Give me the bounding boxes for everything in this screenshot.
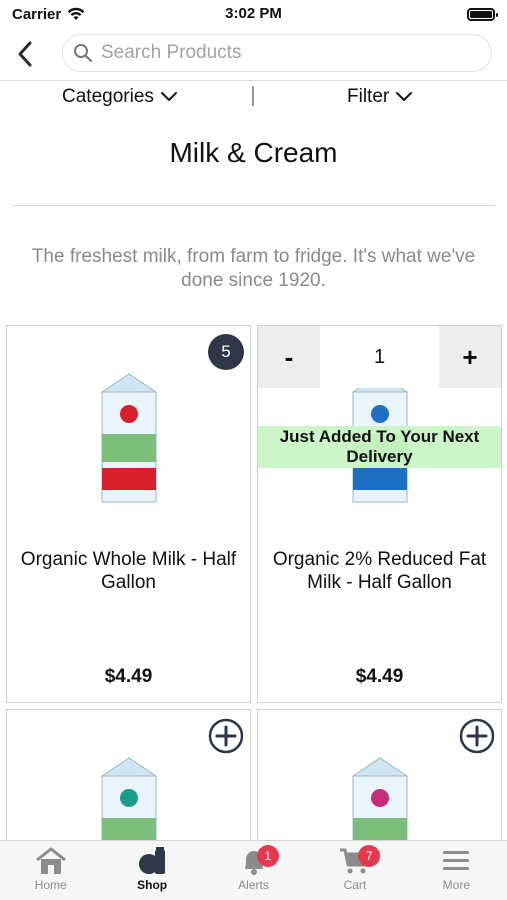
quantity-stepper[interactable]: - 1 + [258,326,501,388]
product-name: Organic 2% Reduced Fat Milk - Half Gallo… [272,549,487,593]
tab-label: Cart [343,878,367,892]
category-tagline: The freshest milk, from farm to fridge. … [31,246,476,291]
alerts-badge: 1 [256,845,279,867]
product-card[interactable]: - 1 + Just Added To Your Next Delivery O… [257,325,502,703]
tab-shop[interactable]: Shop [101,841,202,900]
filter-row: Categories Filter [0,82,507,116]
home-icon [35,847,66,874]
chevron-left-icon [18,41,32,67]
page-title: Milk & Cream [169,137,338,168]
product-name: Organic Whole Milk - Half Gallon [20,549,237,593]
product-price: $4.49 [104,666,153,687]
chevron-down-icon [396,92,413,101]
status-time: 3:02 PM [225,5,282,22]
tab-bar: Home Shop 1 Alerts 7 Cart More [0,840,507,900]
product-price: $4.49 [355,666,404,687]
tab-cart[interactable]: 7 Cart [304,841,405,900]
add-to-cart-icon[interactable] [208,718,244,754]
search-input[interactable] [101,42,471,64]
filter-label: Filter [347,86,390,107]
tab-alerts[interactable]: 1 Alerts [203,841,304,900]
tab-label: Alerts [238,878,269,892]
tab-more[interactable]: More [406,841,507,900]
back-button[interactable] [0,32,50,76]
milk-carton-image [99,373,158,503]
tab-home[interactable]: Home [0,841,101,900]
header-divider [0,80,507,81]
cart-quantity-badge[interactable]: 5 [208,334,244,370]
tab-label: Home [34,878,67,892]
categories-dropdown[interactable]: Categories [62,86,178,108]
shop-icon [139,847,166,874]
quantity-value: 1 [320,326,439,388]
tab-label: More [442,878,470,892]
search-row [0,32,507,76]
filter-separator [252,86,254,106]
title-divider [13,205,495,206]
add-to-cart-icon[interactable] [459,718,495,754]
cart-badge: 7 [358,845,381,867]
menu-icon [443,851,470,870]
product-card[interactable]: 5 Organic Whole Milk - Half Gallon $4.49 [6,325,251,703]
increase-quantity-button[interactable]: + [439,326,501,388]
categories-label: Categories [62,86,154,107]
decrease-quantity-button[interactable]: - [258,326,320,388]
chevron-down-icon [160,92,177,101]
search-icon [74,44,92,62]
added-to-delivery-banner: Just Added To Your Next Delivery [258,426,501,468]
search-bar[interactable] [62,34,492,72]
filter-dropdown[interactable]: Filter [347,86,413,108]
tab-label: Shop [137,878,168,892]
